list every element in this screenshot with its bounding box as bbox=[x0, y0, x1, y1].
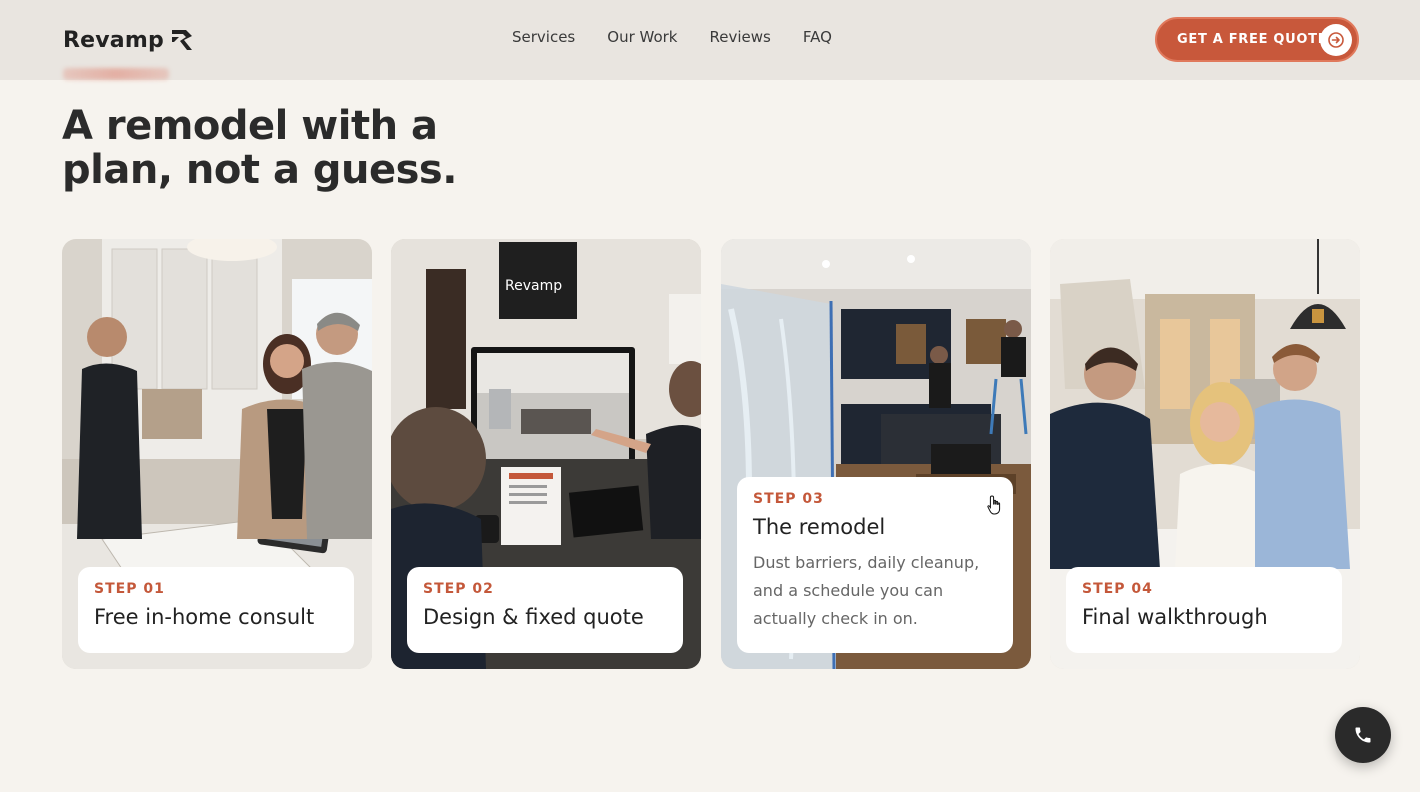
sign-revamp: Revamp bbox=[505, 278, 562, 294]
nav-reviews[interactable]: Reviews bbox=[710, 28, 771, 46]
step-card-01[interactable]: STEP 01 Free in-home consult bbox=[62, 239, 372, 669]
nav-services[interactable]: Services bbox=[512, 28, 575, 46]
nav-our-work[interactable]: Our Work bbox=[607, 28, 677, 46]
hand-cursor-icon bbox=[987, 495, 1001, 515]
step-number: STEP 02 bbox=[423, 581, 494, 597]
step-description: Dust barriers, daily cleanup, and a sche… bbox=[753, 553, 980, 628]
step-title: The remodel bbox=[753, 515, 886, 539]
step-title: Free in-home consult bbox=[94, 605, 315, 629]
cta-label: GET A FREE QUOTE bbox=[1177, 32, 1328, 47]
step-info: STEP 04 Final walkthrough bbox=[1066, 567, 1342, 653]
nav-faq[interactable]: FAQ bbox=[803, 28, 832, 46]
logo[interactable]: Revamp bbox=[63, 24, 194, 56]
step-title: Final walkthrough bbox=[1082, 605, 1268, 629]
step-number: STEP 01 bbox=[94, 581, 165, 597]
step-info: STEP 03 The remodel Dust barriers, daily… bbox=[737, 477, 1013, 653]
logo-mark-icon bbox=[171, 30, 192, 50]
arrow-right-circle-icon bbox=[1320, 24, 1352, 56]
step-card-03[interactable]: STEP 03 The remodel Dust barriers, daily… bbox=[721, 239, 1031, 669]
site-header: Revamp Services Our Work Reviews FAQ GET… bbox=[0, 0, 1420, 80]
step-title: Design & fixed quote bbox=[423, 605, 644, 629]
eyebrow-blur bbox=[63, 68, 169, 80]
step-card-04[interactable]: STEP 04 Final walkthrough bbox=[1050, 239, 1360, 669]
step-info: STEP 01 Free in-home consult bbox=[78, 567, 354, 653]
get-free-quote-button[interactable]: GET A FREE QUOTE bbox=[1155, 17, 1359, 62]
step-number: STEP 03 bbox=[753, 491, 824, 507]
step-card-02[interactable]: Revamp STEP 02 Design & fixed quote bbox=[391, 239, 701, 669]
call-button[interactable] bbox=[1335, 707, 1391, 763]
main-nav: Services Our Work Reviews FAQ bbox=[512, 28, 864, 46]
logo-text: Revamp bbox=[63, 27, 164, 53]
step-info: STEP 02 Design & fixed quote bbox=[407, 567, 683, 653]
section-headline: A remodel with a plan, not a guess. bbox=[62, 103, 457, 193]
phone-icon bbox=[1355, 727, 1371, 743]
step-number: STEP 04 bbox=[1082, 581, 1153, 597]
